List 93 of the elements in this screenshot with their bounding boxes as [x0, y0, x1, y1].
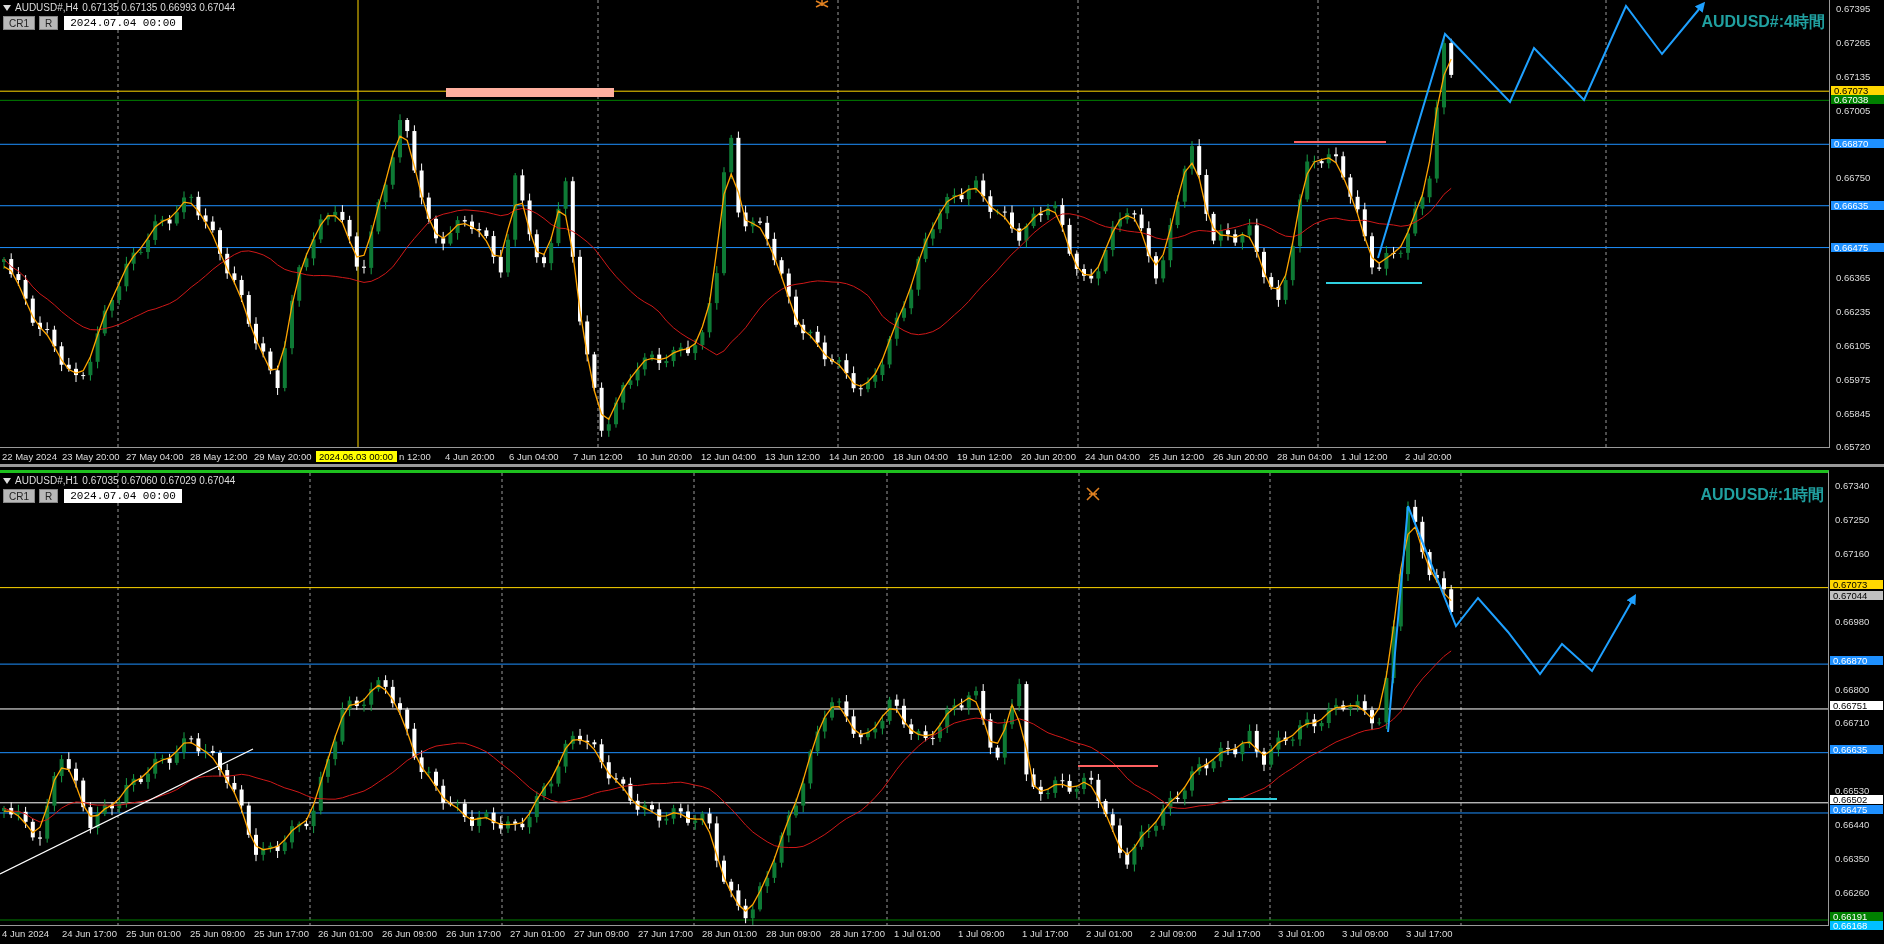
price-tick: 0.67265	[1836, 38, 1871, 47]
time-label: n 12:00	[398, 450, 432, 462]
time-label: 1 Jul 17:00	[1021, 927, 1070, 939]
time-label: 1 Jul 01:00	[893, 927, 942, 939]
time-label: 26 Jun 20:00	[1212, 450, 1269, 462]
time-label: 2 Jul 01:00	[1085, 927, 1134, 939]
price-tick: 0.66260	[1835, 888, 1870, 897]
time-label: 26 Jun 09:00	[381, 927, 438, 939]
time-label: 12 Jun 04:00	[700, 450, 757, 462]
time-label: 23 May 20:00	[61, 450, 121, 462]
chart-button[interactable]: R	[39, 16, 59, 30]
price-tick: 0.65975	[1836, 375, 1871, 385]
price-tick: 0.66800	[1835, 684, 1870, 694]
time-label: 1 Jul 12:00	[1340, 450, 1389, 462]
time-label: 25 Jun 17:00	[253, 927, 310, 939]
time-label: 28 Jun 09:00	[765, 927, 822, 939]
time-label: 26 Jun 17:00	[445, 927, 502, 939]
price-tick: 0.66440	[1835, 820, 1870, 830]
price-tick: 0.66980	[1835, 616, 1870, 626]
chart-button[interactable]: CR1	[3, 489, 35, 503]
price-tick: 0.67250	[1835, 514, 1870, 524]
price-tick: 0.66105	[1836, 341, 1871, 351]
chart-title: AUDUSD#:4時間	[1701, 12, 1825, 32]
time-label: 1 Jul 09:00	[957, 927, 1006, 939]
price-label: 0.67038	[1831, 95, 1884, 105]
time-label: 27 May 04:00	[125, 450, 185, 462]
ohlc-values: 0.67035 0.67060 0.67029 0.67044	[82, 475, 236, 486]
time-label: 25 Jun 01:00	[125, 927, 182, 939]
price-label: 0.66475	[1830, 804, 1883, 814]
price-label: 0.66168	[1830, 920, 1883, 930]
price-tick: 0.66350	[1835, 854, 1870, 864]
time-label: 18 Jun 04:00	[892, 450, 949, 462]
time-label: 28 May 12:00	[189, 450, 249, 462]
time-label: 24 Jun 17:00	[61, 927, 118, 939]
time-label: 3 Jul 09:00	[1341, 927, 1390, 939]
price-tick: 0.65845	[1836, 409, 1871, 419]
price-tick: 0.67395	[1836, 4, 1871, 13]
price-tick: 0.66530	[1835, 786, 1870, 796]
price-tick: 0.67135	[1836, 72, 1871, 81]
symbol-label: AUDUSD#,H1	[15, 475, 79, 486]
time-label: 3 Jul 17:00	[1405, 927, 1454, 939]
time-label: 2 Jul 09:00	[1149, 927, 1198, 939]
time-label: 14 Jun 20:00	[828, 450, 885, 462]
price-label: 0.66502	[1830, 794, 1883, 804]
time-label: 13 Jun 12:00	[764, 450, 821, 462]
time-label: 4 Jun 2024	[1, 927, 50, 939]
time-label: 29 May 20:00	[253, 450, 313, 462]
time-label: 7 Jun 12:00	[572, 450, 624, 462]
chart-button[interactable]: R	[39, 489, 59, 503]
price-tick: 0.66235	[1836, 307, 1871, 317]
time-label: 27 Jun 09:00	[573, 927, 630, 939]
ohlc-values: 0.67135 0.67135 0.66993 0.67044	[82, 2, 236, 13]
price-label: 0.67044	[1830, 590, 1883, 600]
time-label: 4 Jun 20:00	[444, 450, 496, 462]
price-tick: 0.67005	[1836, 105, 1871, 115]
time-label: 25 Jun 09:00	[189, 927, 246, 939]
time-label: 10 Jun 20:00	[636, 450, 693, 462]
price-tick: 0.66365	[1836, 273, 1871, 283]
time-label: 2 Jul 17:00	[1213, 927, 1262, 939]
price-label: 0.67073	[1831, 86, 1884, 96]
time-label: 6 Jun 04:00	[508, 450, 560, 462]
date-field[interactable]: 2024.07.04 00:00	[64, 489, 182, 503]
time-label: 25 Jun 12:00	[1148, 450, 1205, 462]
price-tick: 0.65720	[1836, 442, 1871, 451]
price-label: 0.66870	[1831, 139, 1884, 149]
time-label: 26 Jun 01:00	[317, 927, 374, 939]
price-label: 0.66635	[1831, 200, 1884, 210]
time-label: 3 Jul 01:00	[1277, 927, 1326, 939]
symbol-label: AUDUSD#,H4	[15, 2, 79, 13]
price-tick: 0.67340	[1835, 481, 1870, 490]
date-field[interactable]: 2024.07.04 00:00	[64, 16, 182, 30]
price-tick: 0.67160	[1835, 548, 1870, 558]
time-label: 20 Jun 20:00	[1020, 450, 1077, 462]
price-label: 0.66475	[1831, 242, 1884, 252]
price-label: 0.66870	[1830, 656, 1883, 666]
time-label: 22 May 2024	[1, 450, 58, 462]
chart-title: AUDUSD#:1時間	[1700, 485, 1824, 505]
price-tick: 0.66750	[1836, 172, 1871, 182]
time-label: 27 Jun 17:00	[637, 927, 694, 939]
chart-button[interactable]: CR1	[3, 16, 35, 30]
time-label: 28 Jun 17:00	[829, 927, 886, 939]
time-label: 27 Jun 01:00	[509, 927, 566, 939]
time-label: 2 Jul 20:00	[1404, 450, 1453, 462]
price-label: 0.66191	[1830, 912, 1883, 921]
time-label: 28 Jun 01:00	[701, 927, 758, 939]
time-label: 28 Jun 04:00	[1276, 450, 1333, 462]
price-label: 0.66751	[1830, 700, 1883, 710]
time-label: 19 Jun 12:00	[956, 450, 1013, 462]
time-label: 2024.06.03 00:00	[316, 450, 397, 462]
price-label: 0.66635	[1830, 744, 1883, 754]
price-tick: 0.66710	[1835, 718, 1870, 728]
time-label: 24 Jun 04:00	[1084, 450, 1141, 462]
price-label: 0.67073	[1830, 579, 1883, 589]
